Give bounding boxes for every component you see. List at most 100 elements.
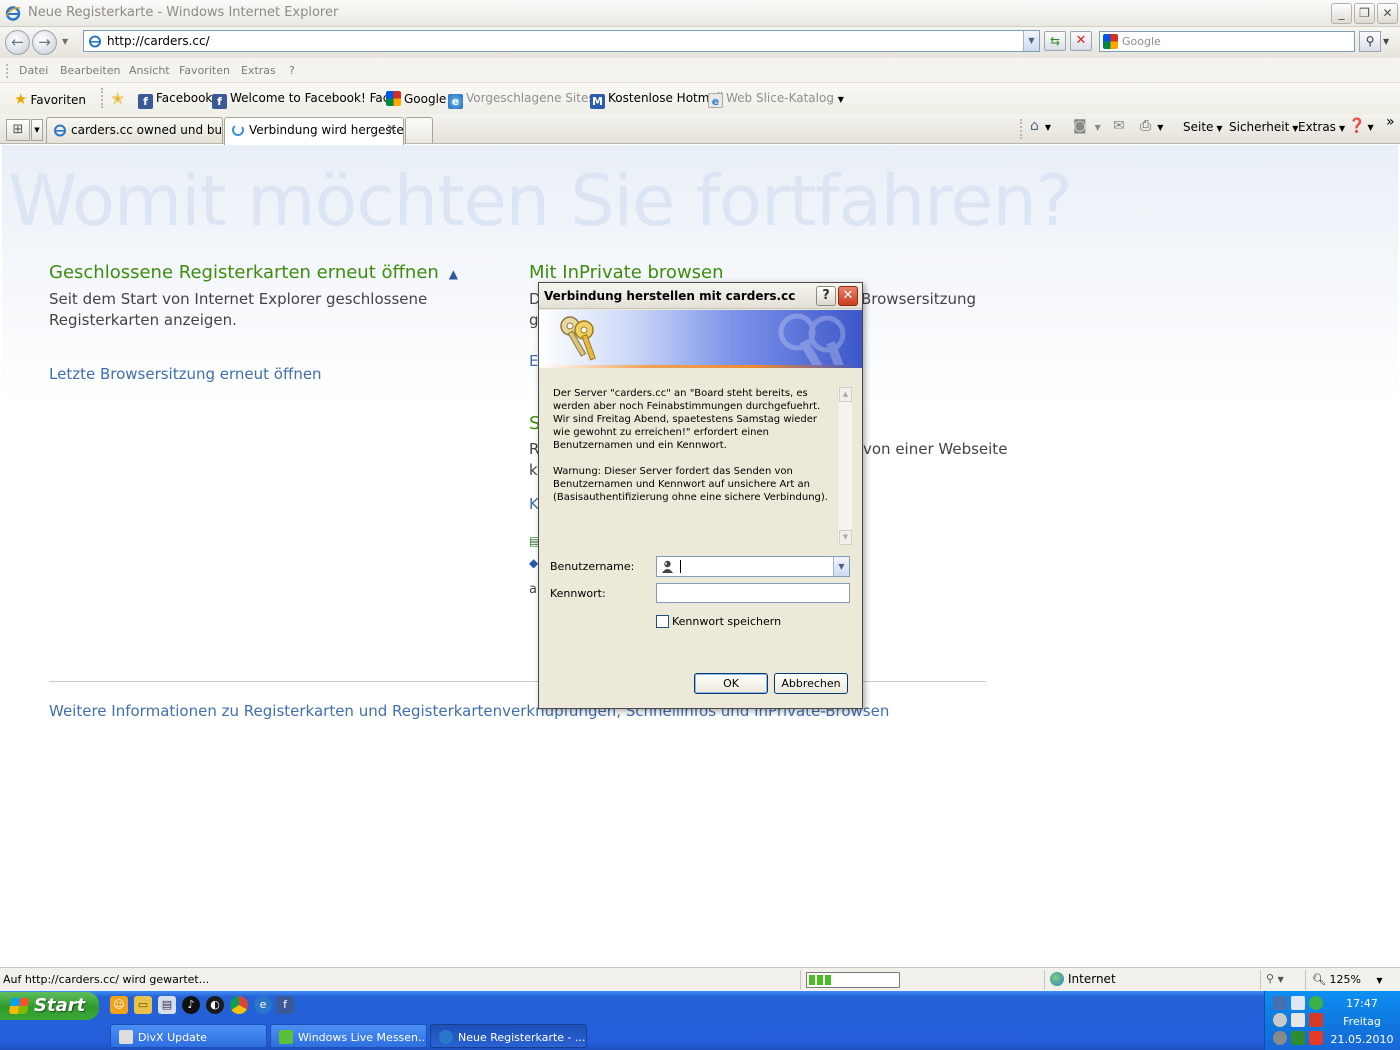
username-dropdown-icon[interactable]: ▼ bbox=[833, 557, 849, 576]
back-arrow-icon: ← bbox=[11, 33, 24, 51]
forward-arrow-icon: → bbox=[38, 33, 51, 51]
quicklaunch-ie-icon[interactable]: e bbox=[254, 996, 272, 1014]
fav-google[interactable]: Google bbox=[386, 91, 446, 106]
history-dropdown-icon[interactable]: ▼ bbox=[62, 37, 68, 46]
search-box[interactable]: Google bbox=[1099, 31, 1355, 52]
tab-carders[interactable]: carders.cc owned und buste... bbox=[46, 117, 223, 143]
print-icon[interactable]: ⎙ ▼ bbox=[1140, 118, 1163, 134]
tab-loading[interactable]: Verbindung wird hergeste... ✕ bbox=[224, 117, 404, 145]
tray-monitor-icon[interactable] bbox=[1291, 996, 1305, 1010]
fav-welcome-facebook[interactable]: f Welcome to Facebook! Fac... bbox=[212, 91, 401, 109]
remember-password-label[interactable]: Kennwort speichern bbox=[672, 615, 781, 628]
refresh-button[interactable]: ⇆ bbox=[1044, 31, 1066, 51]
quicklaunch-app-icon[interactable]: ◐ bbox=[206, 996, 224, 1014]
tray-audio-icon[interactable] bbox=[1273, 1031, 1287, 1045]
tray-network-icon[interactable] bbox=[1273, 996, 1287, 1010]
menu-favoriten[interactable]: Favoriten bbox=[179, 64, 230, 77]
menu-extras[interactable]: Extras bbox=[241, 64, 276, 77]
quicklaunch-chrome-icon[interactable] bbox=[230, 996, 248, 1014]
mail-icon[interactable]: ✉ bbox=[1113, 118, 1125, 134]
search-options-dropdown-icon[interactable]: ▼ bbox=[1383, 37, 1389, 46]
rss-feed-icon[interactable]: ◙ ▼ bbox=[1073, 118, 1101, 134]
clock-time: 17:47 bbox=[1346, 997, 1378, 1010]
back-button[interactable]: ← bbox=[5, 30, 30, 55]
task-internet-explorer[interactable]: Neue Registerkarte - ... bbox=[430, 1024, 587, 1048]
menu-ansicht[interactable]: Ansicht bbox=[129, 64, 170, 77]
scroll-down-icon[interactable]: ▼ bbox=[839, 530, 852, 545]
clock[interactable]: 17:47 Freitag 21.05.2010 bbox=[1327, 995, 1397, 1049]
dialog-message-2: Warnung: Dieser Server fordert das Sende… bbox=[553, 466, 828, 503]
more-commands-chevron[interactable]: » bbox=[1386, 114, 1395, 130]
chevron-up-icon[interactable]: ▲ bbox=[449, 267, 458, 281]
page-menu-button[interactable]: Seite ▼ bbox=[1183, 120, 1223, 134]
globe-icon bbox=[1050, 972, 1064, 986]
quicklaunch-facebook-icon[interactable]: f bbox=[276, 996, 294, 1014]
inprivate-text-right: Browsersitzung bbox=[861, 290, 977, 308]
fav-web-slice[interactable]: e Web Slice-Katalog ▼ bbox=[708, 91, 844, 108]
password-field[interactable] bbox=[656, 583, 850, 603]
quicklaunch-folder-icon[interactable]: ▭ bbox=[134, 996, 152, 1014]
maximize-button[interactable]: ❐ bbox=[1354, 3, 1375, 24]
help-icon[interactable]: ❓ ▼ bbox=[1348, 118, 1374, 134]
stop-button[interactable]: ✕ bbox=[1070, 31, 1092, 51]
tray-antivirus-icon[interactable] bbox=[1291, 1031, 1305, 1045]
address-bar[interactable]: http://carders.cc/ ▼ bbox=[83, 30, 1040, 52]
security-menu-button[interactable]: Sicherheit ▼ bbox=[1229, 120, 1298, 134]
protected-mode-icon[interactable]: ⚲ ▼ bbox=[1266, 972, 1284, 985]
zoom-level: 125% bbox=[1329, 973, 1361, 986]
home-icon[interactable]: ⌂ ▼ bbox=[1030, 118, 1051, 134]
reopen-session-link[interactable]: Letzte Browsersitzung erneut öffnen bbox=[49, 365, 322, 383]
search-button[interactable]: ⚲ bbox=[1359, 31, 1381, 52]
reopen-tabs-title[interactable]: Geschlossene Registerkarten erneut öffne… bbox=[49, 262, 458, 283]
task-messenger[interactable]: Windows Live Messen... bbox=[270, 1024, 427, 1048]
url-text[interactable]: http://carders.cc/ bbox=[107, 34, 210, 48]
menu-help[interactable]: ? bbox=[289, 64, 295, 77]
new-tab-button[interactable] bbox=[405, 117, 433, 143]
tools-menu-button[interactable]: Extras ▼ bbox=[1298, 120, 1345, 134]
username-field[interactable]: ▼ bbox=[656, 556, 850, 577]
dialog-close-button[interactable]: ✕ bbox=[838, 286, 858, 306]
fav-label: Google bbox=[404, 92, 447, 106]
tab-label: Verbindung wird hergeste... bbox=[249, 123, 404, 137]
zoom-control[interactable]: 🔍︎ 125% ▼ bbox=[1312, 973, 1383, 986]
address-dropdown-icon[interactable]: ▼ bbox=[1023, 31, 1039, 51]
menu-bar: Datei Bearbeiten Ansicht Favoriten Extra… bbox=[0, 58, 1400, 83]
dialog-help-button[interactable]: ? bbox=[816, 286, 836, 306]
minimize-button[interactable]: _ bbox=[1331, 3, 1352, 24]
favorites-button[interactable]: ★ Favoriten bbox=[14, 90, 86, 108]
fav-label: Welcome to Facebook! Fac... bbox=[230, 91, 401, 105]
cancel-button[interactable]: Abbrechen bbox=[774, 673, 848, 694]
fav-facebook[interactable]: f Facebook bbox=[138, 91, 212, 109]
fav-suggested-sites[interactable]: eVorgeschlagene Sites ▼ bbox=[448, 91, 605, 109]
quicklaunch-media-icon[interactable]: ♪ bbox=[182, 996, 200, 1014]
tray-device-icon[interactable] bbox=[1291, 1013, 1305, 1027]
fav-hotmail[interactable]: M Kostenlose Hotmail bbox=[590, 91, 723, 109]
dialog-message-1: Der Server "carders.cc" an "Board steht … bbox=[553, 388, 821, 451]
tab-list-dropdown-icon[interactable]: ▼ bbox=[31, 119, 43, 141]
forward-button[interactable]: → bbox=[32, 30, 57, 55]
quick-tabs-button[interactable]: ⊞ bbox=[6, 119, 30, 141]
tray-security-alert-icon[interactable] bbox=[1309, 1013, 1323, 1027]
remember-password-checkbox[interactable] bbox=[656, 615, 669, 628]
close-tab-icon[interactable]: ✕ bbox=[386, 122, 397, 137]
message-scrollbar[interactable]: ▲ ▼ bbox=[837, 387, 852, 545]
task-divx-update[interactable]: DivX Update bbox=[110, 1024, 267, 1048]
quicklaunch-messenger-icon[interactable]: ☺ bbox=[110, 996, 128, 1014]
tray-adobe-icon[interactable] bbox=[1309, 1031, 1323, 1045]
close-button[interactable]: ✕ bbox=[1377, 3, 1398, 24]
ok-button[interactable]: OK bbox=[694, 673, 768, 694]
inprivate-title[interactable]: Mit InPrivate browsen bbox=[529, 262, 724, 283]
dialog-message-text: Der Server "carders.cc" an "Board steht … bbox=[553, 387, 833, 517]
tray-clock-icon[interactable] bbox=[1273, 1013, 1287, 1027]
clock-day: Freitag bbox=[1343, 1015, 1381, 1028]
chevron-down-icon: ▼ bbox=[1376, 976, 1383, 985]
add-to-favorites-icon[interactable]: ✭ bbox=[111, 89, 124, 108]
tray-messenger-icon[interactable] bbox=[1309, 996, 1323, 1010]
scroll-up-icon[interactable]: ▲ bbox=[839, 387, 852, 402]
menu-bearbeiten[interactable]: Bearbeiten bbox=[60, 64, 120, 77]
tab-bar: ⊞ ▼ carders.cc owned und buste... Verbin… bbox=[0, 114, 1400, 145]
security-zone[interactable]: Internet bbox=[1050, 972, 1116, 986]
start-button[interactable]: Start bbox=[0, 992, 99, 1020]
quicklaunch-desktop-icon[interactable]: ▤ bbox=[158, 996, 176, 1014]
menu-datei[interactable]: Datei bbox=[19, 64, 48, 77]
